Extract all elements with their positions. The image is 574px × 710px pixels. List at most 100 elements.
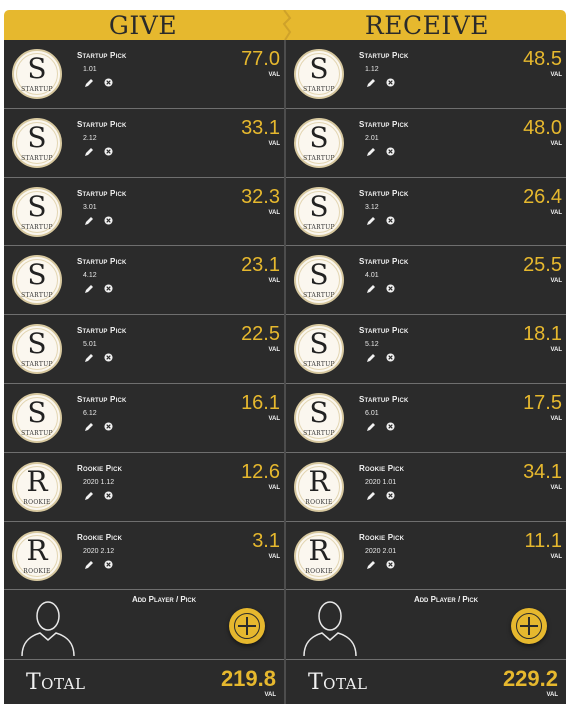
close-circle-icon[interactable] — [386, 216, 395, 225]
avatar-letter: S — [309, 327, 329, 361]
close-circle-icon[interactable] — [386, 560, 395, 569]
pick-name: Startup Pick — [77, 51, 127, 60]
avatar-letter: R — [26, 464, 48, 498]
value-unit-label: VAL — [550, 278, 562, 285]
pick-name: Startup Pick — [359, 326, 409, 336]
pencil-icon[interactable] — [366, 147, 376, 157]
value-unit-label: VAL — [550, 347, 562, 354]
close-circle-icon[interactable] — [386, 422, 395, 431]
value-unit-label: VAL — [268, 553, 280, 560]
avatar-subtitle: STARTUP — [21, 86, 53, 93]
pick-avatar: S STARTUP — [12, 392, 62, 443]
total-unit-label: VAL — [264, 692, 276, 699]
pick-avatar: R ROOKIE — [294, 530, 344, 581]
pick-value: 25.5 — [523, 254, 562, 277]
close-circle-icon[interactable] — [104, 560, 113, 569]
value-unit-label: VAL — [550, 140, 562, 147]
close-circle-icon[interactable] — [386, 491, 395, 500]
pencil-icon[interactable] — [84, 491, 94, 501]
avatar-subtitle: STARTUP — [303, 292, 335, 300]
pencil-icon[interactable] — [366, 491, 376, 501]
pencil-icon[interactable] — [366, 78, 376, 88]
close-circle-icon[interactable] — [386, 353, 395, 362]
pencil-icon[interactable] — [84, 422, 94, 432]
value-unit-label: VAL — [550, 484, 562, 491]
total-label: Total — [26, 670, 86, 696]
avatar-subtitle: STARTUP — [303, 154, 335, 162]
give-title: Give — [108, 11, 178, 40]
avatar-subtitle: STARTUP — [303, 86, 335, 93]
pick-detail: 2020 2.12 — [83, 547, 115, 555]
pencil-icon[interactable] — [366, 284, 376, 294]
avatar-letter: R — [26, 533, 48, 567]
pick-detail: 2.12 — [83, 134, 97, 142]
value-unit-label: VAL — [268, 484, 280, 491]
pick-name: Rookie Pick — [359, 532, 405, 542]
avatar-letter: S — [309, 120, 329, 154]
close-circle-icon[interactable] — [104, 422, 113, 431]
pencil-icon[interactable] — [366, 353, 376, 363]
avatar-subtitle: STARTUP — [303, 223, 335, 231]
close-circle-icon[interactable] — [104, 491, 113, 500]
add-player-row: Add Player / Pick — [4, 590, 284, 661]
pick-avatar: S STARTUP — [12, 324, 62, 375]
pick-row: S STARTUP Startup Pick 3.01 32.3 VAL — [4, 178, 284, 247]
pencil-icon[interactable] — [84, 78, 94, 88]
pick-value: 33.1 — [241, 116, 280, 139]
avatar-subtitle: STARTUP — [21, 154, 53, 162]
close-circle-icon[interactable] — [104, 147, 113, 156]
trade-calculator: Give Receive S STARTUP Startup Pick 1.01 77.… — [0, 0, 574, 710]
pick-value: 17.5 — [523, 391, 562, 414]
pick-avatar: S STARTUP — [294, 392, 344, 443]
pencil-icon[interactable] — [84, 284, 94, 294]
avatar-subtitle: ROOKIE — [23, 498, 51, 506]
pencil-icon[interactable] — [84, 560, 94, 570]
close-circle-icon[interactable] — [386, 78, 395, 87]
pick-avatar: S STARTUP — [12, 117, 62, 168]
pick-name: Startup Pick — [77, 394, 127, 404]
total-row: Total 219.8 VAL — [4, 660, 284, 704]
pick-detail: 2020 2.01 — [365, 547, 397, 555]
value-unit-label: VAL — [268, 72, 280, 78]
pick-detail: 3.01 — [83, 203, 97, 211]
pencil-icon[interactable] — [366, 560, 376, 570]
add-pick-button[interactable] — [511, 608, 547, 645]
pick-value: 18.1 — [523, 323, 562, 346]
pencil-icon[interactable] — [366, 216, 376, 226]
pencil-icon[interactable] — [84, 147, 94, 157]
total-value: 219.8 — [220, 666, 276, 692]
add-pick-button[interactable] — [229, 608, 265, 645]
pencil-icon[interactable] — [84, 353, 94, 363]
pencil-icon[interactable] — [84, 216, 94, 226]
close-circle-icon[interactable] — [386, 147, 395, 156]
value-unit-label: VAL — [550, 209, 562, 216]
pick-name: Rookie Pick — [77, 532, 123, 542]
value-unit-label: VAL — [268, 140, 280, 147]
pick-row: S STARTUP Startup Pick 1.12 48.5 VAL — [286, 40, 566, 109]
close-circle-icon[interactable] — [104, 353, 113, 362]
avatar-letter: S — [27, 258, 47, 292]
user-silhouette-icon — [21, 601, 75, 657]
pick-detail: 6.01 — [365, 409, 379, 417]
receive-title: Receive — [364, 11, 490, 40]
total-unit-label: VAL — [546, 692, 558, 699]
pick-name: Startup Pick — [77, 188, 127, 198]
avatar-letter: S — [27, 395, 47, 429]
plus-icon-stem — [246, 617, 248, 636]
pick-row: S STARTUP Startup Pick 5.01 22.5 VAL — [4, 315, 284, 384]
close-circle-icon[interactable] — [386, 284, 395, 293]
close-circle-icon[interactable] — [104, 216, 113, 225]
value-unit-label: VAL — [268, 278, 280, 285]
user-silhouette-icon — [303, 601, 357, 657]
add-player-row: Add Player / Pick — [286, 590, 566, 661]
avatar-letter: R — [308, 464, 330, 498]
pick-value: 32.3 — [241, 185, 280, 208]
pick-avatar: R ROOKIE — [12, 530, 62, 581]
avatar-subtitle: STARTUP — [303, 361, 335, 369]
close-circle-icon[interactable] — [104, 284, 113, 293]
pick-value: 48.5 — [523, 48, 562, 70]
close-circle-icon[interactable] — [104, 78, 113, 87]
give-column: S STARTUP Startup Pick 1.01 77.0 VAL S STARTUP S… — [4, 40, 284, 705]
pencil-icon[interactable] — [366, 422, 376, 432]
pick-detail: 2020 1.01 — [365, 478, 397, 486]
